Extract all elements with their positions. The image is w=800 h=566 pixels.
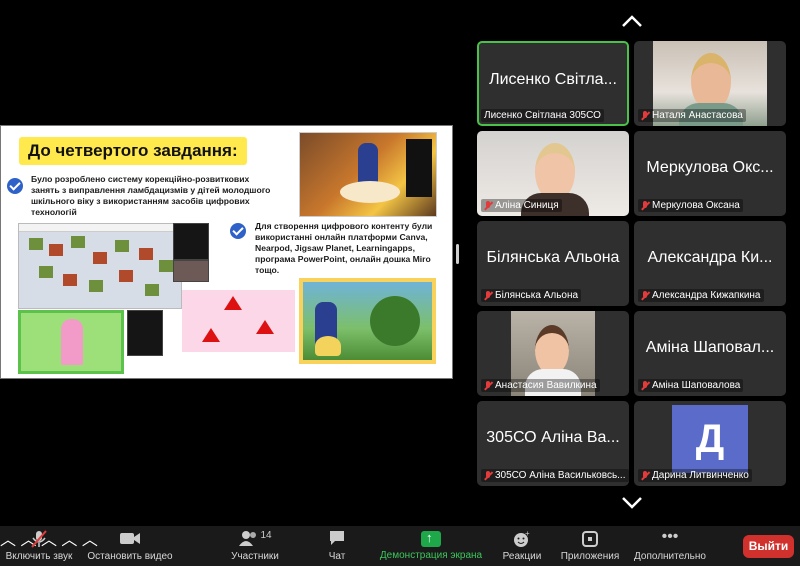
resize-handle[interactable]	[456, 244, 459, 264]
participant-name-label: 305СО Аліна Васильковсь...	[481, 469, 629, 482]
muted-mic-icon	[484, 470, 492, 481]
stop-video-label: Остановить видео	[87, 551, 173, 562]
participant-display-name: Лисенко Світла...	[489, 71, 617, 88]
apps-button[interactable]: Приложения	[558, 526, 622, 566]
participant-name-label: Аміна Шаповалова	[638, 379, 744, 392]
participant-display-name: Александра Ки...	[647, 249, 773, 266]
muted-mic-icon	[484, 290, 492, 301]
chat-label: Чат	[328, 551, 346, 562]
checkmark-icon	[7, 178, 23, 194]
participant-name-label: Александра Кижапкина	[638, 289, 764, 302]
apps-label: Приложения	[560, 551, 620, 562]
participant-display-name: Аміна Шаповал...	[645, 339, 775, 356]
slide-title: До четвертого завдання:	[19, 137, 247, 165]
share-screen-label: Демонстрация экрана	[379, 550, 483, 561]
muted-mic-icon	[484, 380, 492, 391]
participant-tile[interactable]: Меркулова Окс... Меркулова Оксана	[634, 131, 786, 216]
video-camera-icon	[119, 530, 141, 548]
participant-tile[interactable]: 305СО Аліна Ва... 305СО Аліна Васильковс…	[477, 401, 629, 486]
chat-bubble-icon	[328, 530, 346, 548]
shared-screen: До четвертого завдання: Було розроблено …	[0, 125, 453, 379]
share-screen-icon	[421, 530, 441, 547]
muted-mic-icon	[484, 200, 492, 211]
muted-mic-icon	[641, 380, 649, 391]
participants-icon	[239, 531, 257, 546]
meeting-toolbar: Включить звук ︿ Остановить видео ︿ 14 Уч…	[0, 526, 800, 566]
slide-image-letter-l	[182, 290, 295, 352]
muted-mic-icon	[641, 200, 649, 211]
participant-tile[interactable]: Александра Ки... Александра Кижапкина	[634, 221, 786, 306]
slide-image-thumbnail	[127, 310, 163, 356]
participant-tile[interactable]: Д Дарина Литвинченко	[634, 401, 786, 486]
participants-count: 14	[260, 530, 272, 541]
slide-image-thumbnail	[173, 260, 209, 282]
muted-microphone-icon	[31, 530, 47, 548]
muted-mic-icon	[641, 110, 649, 121]
slide-image-snow-white-forest	[299, 278, 436, 364]
participant-avatar: Д	[672, 405, 748, 473]
smiley-plus-icon: +	[513, 529, 531, 548]
more-label: Дополнительно	[634, 551, 706, 562]
slide-paragraph-2: Для створення цифрового контенту були ви…	[255, 221, 433, 275]
participant-name-label: Білянська Альона	[481, 289, 582, 302]
slide-image-puzzle	[18, 223, 182, 309]
apps-grid-icon	[581, 530, 599, 548]
more-button[interactable]: ••• Дополнительно	[630, 526, 710, 566]
stop-video-button[interactable]: Остановить видео	[84, 526, 176, 566]
participant-tile[interactable]: Аміна Шаповал... Аміна Шаповалова	[634, 311, 786, 396]
participant-tile[interactable]: Білянська Альона Білянська Альона	[477, 221, 629, 306]
participants-label: Участники	[231, 551, 279, 562]
participants-button[interactable]: 14 Участники	[226, 526, 284, 566]
slide-image-dress-up	[18, 310, 124, 374]
muted-mic-icon	[641, 290, 649, 301]
participant-name-label: Наталя Анастасова	[638, 109, 746, 122]
reactions-button[interactable]: + Реакции	[500, 526, 544, 566]
participant-name-label: Анастасия Вавилкина	[481, 379, 600, 392]
slide-paragraph-1: Було розроблено систему корекційно-розви…	[31, 174, 271, 217]
participant-tile[interactable]: Лисенко Світла... Лисенко Світлана 305СО	[477, 41, 629, 126]
participant-tile[interactable]: Наталя Анастасова	[634, 41, 786, 126]
participant-display-name: 305СО Аліна Ва...	[486, 429, 620, 446]
gallery-down-arrow-icon[interactable]	[621, 496, 642, 516]
participant-name-label: Меркулова Оксана	[638, 199, 743, 212]
slide-image-thumbnail	[173, 223, 209, 260]
checkmark-icon	[230, 223, 246, 239]
participant-tile[interactable]: Аліна Синиця	[477, 131, 629, 216]
unmute-label: Включить звук	[5, 551, 73, 562]
muted-mic-icon	[641, 470, 649, 481]
participant-display-name: Білянська Альона	[486, 249, 620, 266]
slide-image-snow-white-food	[299, 132, 437, 217]
participant-name-label: Лисенко Світлана 305СО	[481, 109, 604, 122]
unmute-button[interactable]: Включить звук	[2, 526, 76, 566]
svg-text:+: +	[525, 530, 530, 538]
reactions-label: Реакции	[502, 551, 542, 562]
more-dots-icon: •••	[661, 528, 679, 545]
participant-display-name: Меркулова Окс...	[646, 159, 774, 176]
gallery-up-arrow-icon[interactable]	[621, 14, 642, 34]
share-screen-button[interactable]: Демонстрация экрана	[376, 526, 486, 566]
participant-tile[interactable]: Анастасия Вавилкина	[477, 311, 629, 396]
chat-button[interactable]: Чат	[320, 526, 354, 566]
participant-name-label: Аліна Синиця	[481, 199, 562, 212]
participant-name-label: Дарина Литвинченко	[638, 469, 752, 482]
participants-icon-group: 14	[234, 530, 276, 548]
leave-button[interactable]: Выйти	[743, 535, 794, 558]
